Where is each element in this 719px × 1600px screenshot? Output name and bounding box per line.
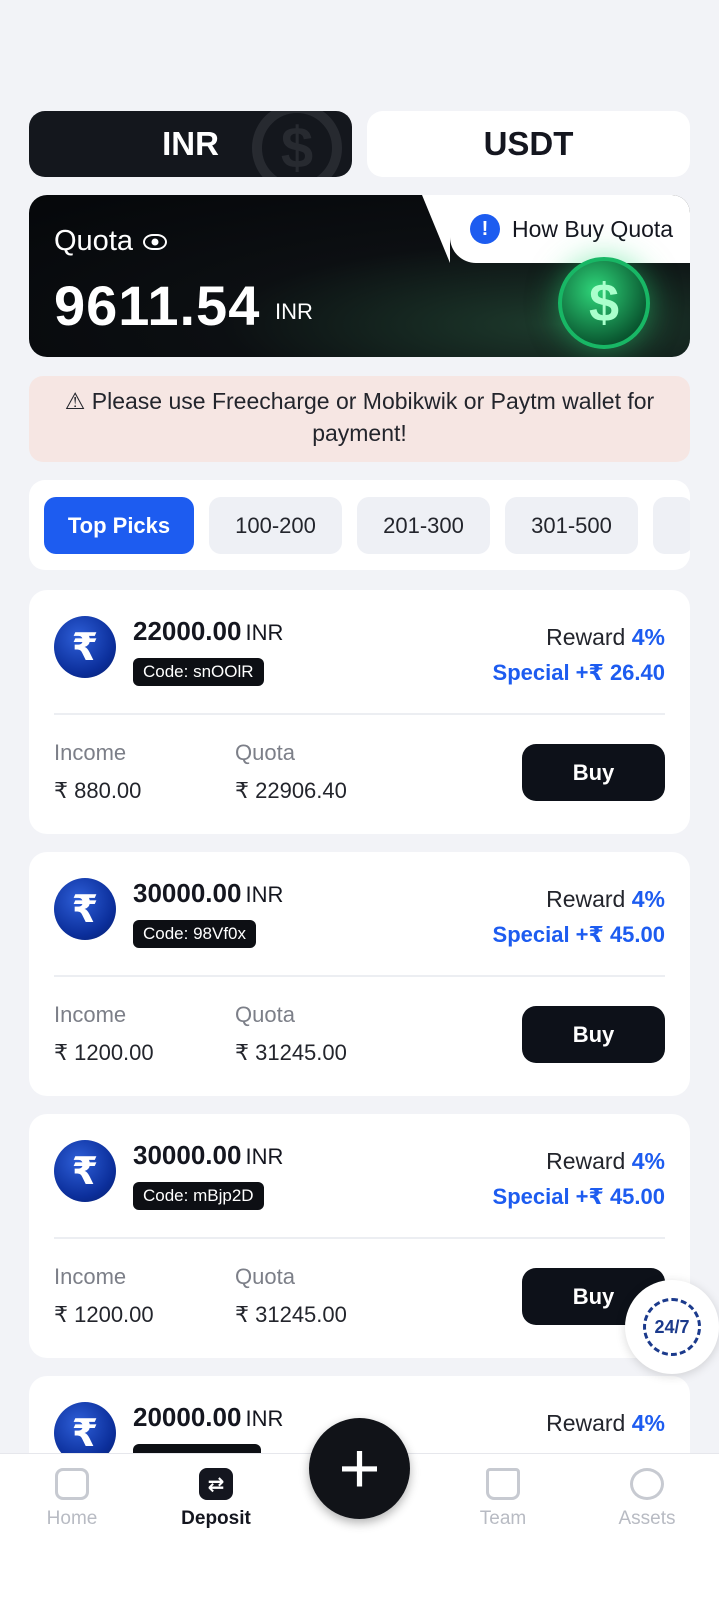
buy-button[interactable]: Buy [522,1006,665,1063]
usdt-tab-label: USDT [483,125,574,162]
nav-deposit-label: Deposit [181,1508,251,1529]
dollar-watermark-icon: $ [252,111,342,177]
divider [54,975,665,977]
quota-label: Quota [54,225,133,257]
rupee-coin-icon: ₹ [54,616,116,678]
offer-amount: 20000.00 INR [133,1402,284,1432]
offer-code: Code: snOOlR [133,658,264,686]
nav-assets-label: Assets [618,1508,676,1529]
inr-tab[interactable]: $ INR [29,111,352,177]
support-button[interactable]: 24/7 [625,1280,719,1374]
income-label: Income [54,1264,127,1289]
income-label: Income [54,740,127,765]
quota-col-value: ₹ 31245.00 [235,1040,347,1065]
offer-special: Special +₹ 26.40 [492,660,665,685]
filter-201-300[interactable]: 201-300 [357,497,490,554]
offer-special: Special +₹ 45.00 [492,922,665,947]
rupee-coin-icon: ₹ [54,1140,116,1202]
add-button[interactable]: + [309,1418,410,1519]
info-icon: ! [470,214,500,244]
quota-col-value: ₹ 31245.00 [235,1302,347,1327]
quota-unit: INR [275,299,313,324]
usdt-tab[interactable]: USDT [367,111,690,177]
currency-toggle: $ INR USDT [29,111,690,177]
offer-code: Code: 98Vf0x [133,920,257,948]
how-buy-quota-button[interactable]: ! How Buy Quota [450,195,690,263]
income-value: ₹ 880.00 [54,778,142,803]
assets-icon [630,1468,664,1500]
divider [54,713,665,715]
dollar-coin-icon: $ [558,257,650,349]
eye-icon[interactable] [143,233,167,250]
payment-notice: ⚠ Please use Freecharge or Mobikwik or P… [29,376,690,462]
offer-card: ₹ 30000.00 INR Code: mBjp2D Reward 4% Spe… [29,1114,690,1358]
income-label: Income [54,1002,127,1027]
nav-deposit[interactable]: ⇄ Deposit [156,1468,276,1530]
rupee-coin-icon: ₹ [54,878,116,940]
nav-team-label: Team [479,1508,527,1529]
quota-amount: 9611.54 [54,274,261,337]
filter-top-picks[interactable]: Top Picks [44,497,194,554]
filter-301-500[interactable]: 301-500 [505,497,638,554]
offer-reward: Reward 4% [546,886,665,912]
nav-home-label: Home [46,1508,98,1529]
filter-more[interactable] [653,497,690,554]
quota-col-label: Quota [235,1002,295,1027]
divider [54,1237,665,1239]
offer-card: ₹ 22000.00 INR Code: snOOlR Reward 4% Spe… [29,590,690,834]
offer-reward: Reward 4% [546,1148,665,1174]
offer-amount: 22000.00 INR [133,616,284,646]
income-value: ₹ 1200.00 [54,1040,154,1065]
amount-filter-bar: Top Picks 100-200 201-300 301-500 [29,480,690,570]
offer-reward: Reward 4% [546,624,665,650]
quota-label-row: Quota [54,225,167,258]
inr-tab-label: INR [162,125,219,162]
offer-amount: 30000.00 INR [133,878,284,908]
quota-col-value: ₹ 22906.40 [235,778,347,803]
swap-icon: ⇄ [199,1468,233,1500]
buy-button[interactable]: Buy [522,744,665,801]
offer-amount: 30000.00 INR [133,1140,284,1170]
offer-code: Code: mBjp2D [133,1182,264,1210]
offer-reward: Reward 4% [546,1410,665,1436]
home-icon [55,1468,89,1500]
offer-special: Special +₹ 45.00 [492,1184,665,1209]
income-value: ₹ 1200.00 [54,1302,154,1327]
how-buy-quota-label: How Buy Quota [512,215,674,242]
quota-col-label: Quota [235,1264,295,1289]
quota-card: Quota 9611.54 INR ! How Buy Quota $ [29,195,690,357]
quota-col-label: Quota [235,740,295,765]
support-24-7-icon: 24/7 [643,1298,701,1356]
nav-home[interactable]: Home [12,1468,132,1530]
crown-icon [486,1468,520,1500]
offer-card: ₹ 30000.00 INR Code: 98Vf0x Reward 4% Spe… [29,852,690,1096]
nav-assets[interactable]: Assets [587,1468,707,1530]
filter-100-200[interactable]: 100-200 [209,497,342,554]
nav-team[interactable]: Team [443,1468,563,1530]
